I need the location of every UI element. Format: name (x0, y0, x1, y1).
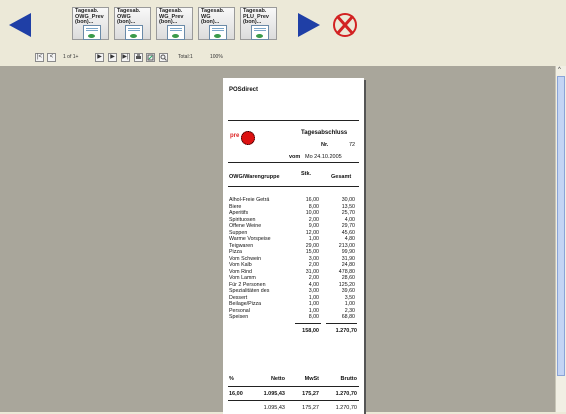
divider (228, 162, 359, 163)
sum-amount: 1.270,70 (335, 328, 357, 334)
report-button-plu-prev[interactable]: Tagesab. PLU_Prev (bon)... (240, 7, 277, 40)
col-header-group: OWG/Warengruppe (229, 174, 280, 180)
arrow-left-icon (9, 13, 31, 37)
vertical-scrollbar[interactable]: ^ (555, 66, 566, 412)
tax-header-net: Netto (270, 376, 285, 382)
arrow-right-icon (298, 13, 320, 37)
next-button[interactable] (295, 10, 323, 40)
col-header-total: Gesamt (331, 174, 352, 180)
tax-header-gross: Brutto (340, 376, 358, 382)
scroll-thumb[interactable] (557, 76, 565, 376)
col-header-qty: Stk. (301, 171, 312, 177)
report-doc-icon (167, 25, 185, 40)
receipt-page: POSdirect pre Tagesabschluss Nr. 72 vom … (223, 78, 364, 414)
divider (228, 386, 359, 387)
report-label: Tagesab. WG_Prev (bon)... (159, 8, 184, 25)
logo-circle (241, 131, 255, 145)
tax-vat: 175,27 (302, 391, 319, 397)
zoom-icon (160, 54, 167, 61)
company-logo: pre (230, 131, 256, 145)
report-doc-icon (251, 25, 269, 40)
tax-total-net: 1.095,43 (263, 405, 285, 411)
sum-underline-qty (295, 323, 321, 324)
export-button[interactable] (146, 53, 155, 62)
divider (228, 186, 359, 187)
printer-icon (136, 54, 141, 59)
report-doc-icon (83, 25, 101, 40)
report-label: Tagesab. OWG_Prev (bon)... (75, 8, 104, 25)
tax-header-vat: MwSt (304, 376, 319, 382)
report-button-wg[interactable]: Tagesab. WG (bon)... (198, 7, 235, 40)
close-button[interactable] (331, 10, 359, 40)
report-button-owg[interactable]: Tagesab. OWG (bon)... (114, 7, 151, 40)
toolbar: Tagesab. OWG_Prev (bon)... Tagesab. OWG … (0, 0, 566, 64)
page-info: 1 of 1+ (63, 54, 79, 60)
receipt-title: Tagesabschluss (301, 130, 348, 136)
prev-page-button[interactable]: < (47, 53, 56, 62)
date-label: vom (289, 154, 301, 160)
tax-gross: 1.270,70 (335, 391, 357, 397)
go-page-button[interactable]: ▶ (95, 53, 104, 62)
print-button[interactable] (134, 53, 143, 62)
previous-button[interactable] (6, 10, 34, 40)
report-doc-icon (209, 25, 227, 40)
sum-qty: 158,00 (302, 328, 319, 334)
nr-value: 72 (349, 142, 356, 148)
company-name: POSdirect (229, 87, 259, 93)
report-button-owg-prev[interactable]: Tagesab. OWG_Prev (bon)... (72, 7, 109, 40)
first-page-button[interactable]: |< (35, 53, 44, 62)
tax-total-gross: 1.270,70 (335, 405, 357, 411)
zoom-level: 100% (210, 54, 223, 60)
tax-header-pct: % (229, 376, 234, 382)
divider (228, 120, 359, 121)
group-table: Alhol-Freie Geträ 16,00 30,00 Biere 8,00 13,… (229, 197, 357, 321)
close-icon (333, 13, 357, 37)
logo-text: pre (230, 133, 240, 139)
report-label: Tagesab. OWG (bon)... (117, 8, 141, 25)
nr-label: Nr. (321, 142, 329, 148)
total-text: Total:1 (178, 54, 193, 60)
zoom-button[interactable] (159, 53, 168, 62)
report-button-wg-prev[interactable]: Tagesab. WG_Prev (bon)... (156, 7, 193, 40)
next-page-button[interactable]: ▶ (108, 53, 117, 62)
report-doc-icon (125, 25, 143, 40)
tax-total-vat: 175,27 (302, 405, 319, 411)
date-value: Mo 24.10.2005 (305, 154, 342, 160)
scroll-up-icon[interactable]: ^ (558, 67, 561, 73)
table-row: Speisen 8,00 68,80 (229, 314, 355, 320)
report-label: Tagesab. PLU_Prev (bon)... (243, 8, 269, 25)
sum-underline-amt (326, 323, 357, 324)
last-page-button[interactable]: ▶| (121, 53, 130, 62)
report-label: Tagesab. WG (bon)... (201, 8, 225, 25)
export-icon (147, 54, 154, 61)
tax-net: 1.095,43 (263, 391, 285, 397)
tax-pct: 16,00 (229, 391, 243, 397)
divider (228, 400, 359, 401)
